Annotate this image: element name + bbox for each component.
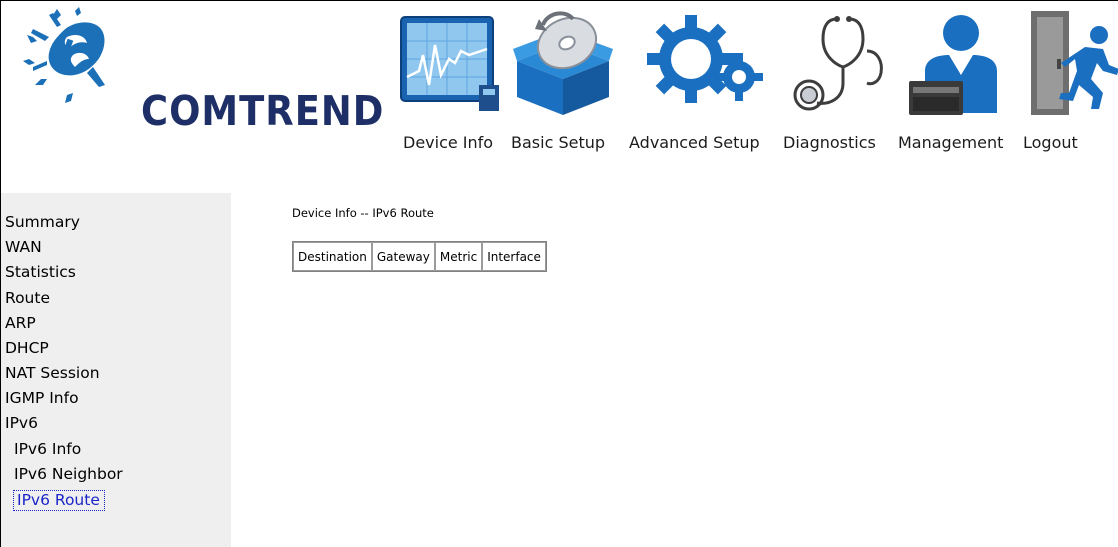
sidebar-item-summary[interactable]: Summary	[5, 213, 80, 231]
sidebar-item-ipv6[interactable]: IPv6	[5, 414, 38, 432]
device-info-icon[interactable]	[399, 15, 505, 115]
advanced-setup-icon[interactable]	[647, 15, 765, 111]
column-header-gateway: Gateway	[371, 242, 435, 271]
brand-name: COMTREND	[141, 87, 385, 135]
sidebar: Summary WAN Statistics Route ARP DHCP NA…	[1, 193, 231, 547]
sidebar-item-wan[interactable]: WAN	[5, 238, 42, 256]
comtrend-logo: COMTREND	[23, 7, 383, 135]
sidebar-item-dhcp[interactable]: DHCP	[5, 339, 49, 357]
sidebar-item-route[interactable]: Route	[5, 289, 50, 307]
nav-diagnostics[interactable]: Diagnostics	[783, 133, 876, 152]
comtrend-sunburst-icon	[23, 7, 105, 103]
column-header-metric: Metric	[434, 242, 483, 271]
column-header-destination: Destination	[293, 242, 372, 271]
main-content: Device Info -- IPv6 Route Destination Ga…	[231, 193, 1118, 547]
sidebar-item-ipv6-route[interactable]: IPv6 Route	[13, 490, 105, 511]
basic-setup-icon[interactable]	[513, 9, 613, 117]
diagnostics-icon[interactable]	[787, 11, 887, 117]
page-title: Device Info -- IPv6 Route	[292, 206, 434, 220]
sidebar-item-ipv6-neighbor[interactable]: IPv6 Neighbor	[14, 465, 123, 483]
ipv6-route-table: Destination Gateway Metric Interface	[292, 241, 547, 272]
nav-basic-setup[interactable]: Basic Setup	[511, 133, 605, 152]
table-header-row: Destination Gateway Metric Interface	[293, 242, 546, 271]
nav-management[interactable]: Management	[898, 133, 1003, 152]
sidebar-item-ipv6-info[interactable]: IPv6 Info	[14, 440, 81, 458]
nav-device-info[interactable]: Device Info	[403, 133, 493, 152]
logout-icon[interactable]	[1029, 9, 1118, 117]
sidebar-item-nat-session[interactable]: NAT Session	[5, 364, 100, 382]
management-icon[interactable]	[909, 13, 1009, 117]
sidebar-item-arp[interactable]: ARP	[5, 314, 36, 332]
header: COMTREND Device Info Basic Setup Advance…	[1, 1, 1118, 193]
nav-logout[interactable]: Logout	[1023, 133, 1078, 152]
sidebar-item-statistics[interactable]: Statistics	[5, 263, 76, 281]
column-header-interface: Interface	[482, 242, 546, 271]
page-frame: COMTREND Device Info Basic Setup Advance…	[0, 0, 1118, 547]
sidebar-item-igmp-info[interactable]: IGMP Info	[5, 389, 79, 407]
nav-advanced-setup[interactable]: Advanced Setup	[629, 133, 760, 152]
